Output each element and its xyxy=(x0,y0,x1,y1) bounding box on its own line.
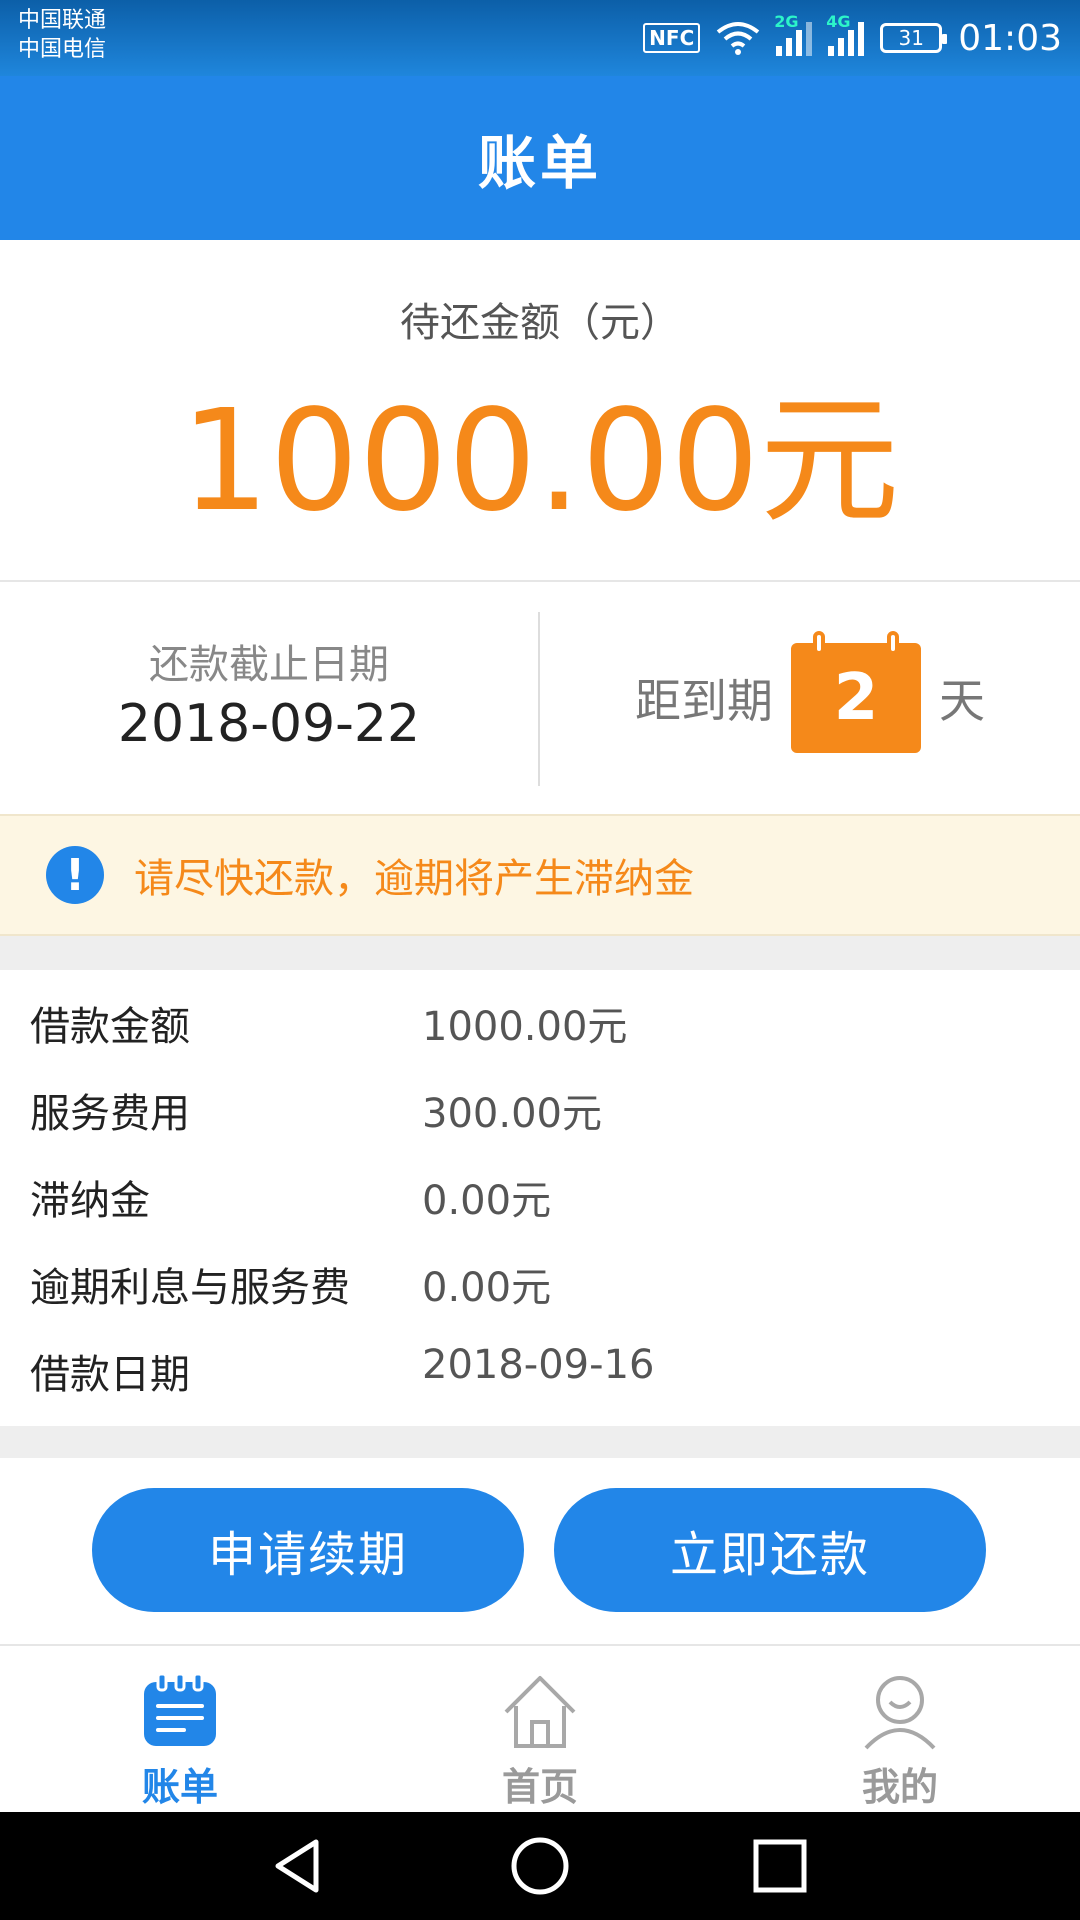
detail-row-loan-amount: 借款金额 1000.00元 xyxy=(0,978,1080,1065)
carrier-1: 中国联通 xyxy=(18,8,107,33)
countdown-label: 距到期 xyxy=(635,674,773,728)
bill-icon xyxy=(144,1672,216,1746)
detail-row-service-fee: 服务费用 300.00元 xyxy=(0,1065,1080,1152)
section-spacer xyxy=(0,936,1080,970)
user-icon xyxy=(864,1676,936,1750)
nfc-icon: NFC xyxy=(643,23,701,53)
due-date-value: 2018-09-22 xyxy=(117,694,421,754)
status-bar: 中国联通 中国电信 NFC 2G 4G 31 01:03 xyxy=(0,0,1080,76)
signal-2-icon: 4G xyxy=(826,12,865,56)
amount-value: 1000.00元 xyxy=(180,380,900,543)
action-bar: 申请续期 立即还款 xyxy=(0,1458,1080,1644)
detail-key: 借款日期 xyxy=(30,1352,190,1398)
signal-1-icon: 2G xyxy=(774,12,813,56)
amount-section: 待还金额（元） 1000.00元 xyxy=(0,240,1080,582)
tab-bill[interactable]: 账单 xyxy=(0,1646,360,1814)
clock: 01:03 xyxy=(958,17,1062,59)
detail-value: 2018-09-16 xyxy=(422,1342,655,1388)
carrier-info: 中国联通 中国电信 xyxy=(18,6,106,64)
countdown-unit: 天 xyxy=(939,674,985,728)
tab-label: 我的 xyxy=(861,1765,938,1809)
home-icon xyxy=(504,1676,576,1748)
detail-row-loan-date: 借款日期 2018-09-16 xyxy=(0,1326,1080,1413)
tab-mine[interactable]: 我的 xyxy=(720,1646,1080,1814)
detail-value: 300.00元 xyxy=(422,1091,602,1137)
tab-label: 账单 xyxy=(141,1765,218,1809)
loan-details: 借款金额 1000.00元 服务费用 300.00元 滞纳金 0.00元 逾期利… xyxy=(0,970,1080,1426)
warning-icon: ! xyxy=(46,846,104,904)
due-section: 还款截止日期 2018-09-22 距到期 2 天 xyxy=(0,582,1080,814)
header-bar: 账单 xyxy=(0,76,1080,240)
bottom-tab-bar: 账单 首页 我的 xyxy=(0,1644,1080,1812)
days-remaining: 2 xyxy=(833,661,879,735)
due-date-label: 还款截止日期 xyxy=(149,642,389,688)
system-nav-bar xyxy=(0,1812,1080,1920)
battery-icon: 31 xyxy=(880,23,948,53)
notice-text: 请尽快还款，逾期将产生滞纳金 xyxy=(134,856,694,902)
home-nav-icon[interactable] xyxy=(508,1834,572,1898)
detail-row-late-fee: 滞纳金 0.00元 xyxy=(0,1152,1080,1239)
tab-home[interactable]: 首页 xyxy=(360,1646,720,1814)
countdown-block: 距到期 2 天 xyxy=(540,582,1080,814)
detail-key: 滞纳金 xyxy=(30,1178,150,1224)
renew-button[interactable]: 申请续期 xyxy=(92,1488,524,1612)
carrier-2: 中国电信 xyxy=(18,37,107,62)
status-icons: NFC 2G 4G 31 01:03 xyxy=(643,10,1062,66)
tab-label: 首页 xyxy=(501,1765,578,1809)
back-icon[interactable] xyxy=(266,1834,330,1898)
overdue-notice: ! 请尽快还款，逾期将产生滞纳金 xyxy=(0,814,1080,936)
detail-key: 逾期利息与服务费 xyxy=(30,1265,350,1311)
recents-icon[interactable] xyxy=(748,1834,812,1898)
detail-value: 0.00元 xyxy=(422,1265,552,1311)
due-date-block: 还款截止日期 2018-09-22 xyxy=(0,582,538,814)
amount-label: 待还金额（元） xyxy=(400,300,680,346)
page-title: 账单 xyxy=(477,129,602,197)
detail-row-overdue-interest: 逾期利息与服务费 0.00元 xyxy=(0,1239,1080,1326)
repay-now-button[interactable]: 立即还款 xyxy=(554,1488,986,1612)
section-spacer xyxy=(0,1426,1080,1458)
calendar-icon: 2 xyxy=(791,631,921,753)
detail-value: 1000.00元 xyxy=(422,1004,628,1050)
detail-key: 服务费用 xyxy=(30,1091,190,1137)
detail-key: 借款金额 xyxy=(30,1004,190,1050)
wifi-icon xyxy=(717,22,760,55)
detail-value: 0.00元 xyxy=(422,1178,552,1224)
